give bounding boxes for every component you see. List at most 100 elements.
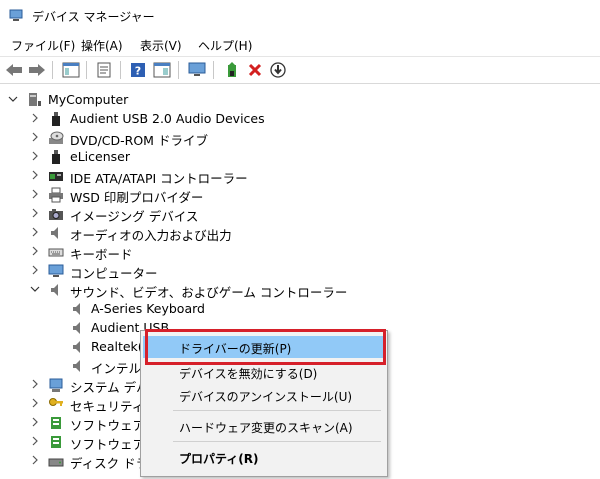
software-device-icon: [51, 436, 61, 448]
context-menu-uninstall-device[interactable]: デバイスのアンインストール(U): [143, 384, 383, 406]
device-manager-icon: [9, 9, 23, 21]
context-menu-scan-hardware[interactable]: ハードウェア変更のスキャン(A): [143, 415, 383, 437]
tree-category-row[interactable]: IDE ATA/ATAPI コントローラー: [0, 166, 600, 186]
context-menu-label: デバイスのアンインストール(U): [179, 390, 353, 404]
tree-root-label: MyComputer: [48, 92, 129, 107]
context-menu-separator: [173, 410, 381, 411]
chevron-right-icon[interactable]: [30, 265, 40, 275]
software-component-icon: [51, 417, 61, 429]
properties-button[interactable]: [94, 60, 114, 80]
computer-icon: [29, 93, 41, 106]
enable-device-button[interactable]: [268, 60, 288, 80]
context-menu-label: ドライバーの更新(P): [179, 342, 292, 356]
update-driver-icon: [228, 62, 236, 77]
speaker-icon: [73, 341, 80, 353]
chevron-right-icon[interactable]: [30, 436, 40, 446]
help-icon: ?: [131, 63, 145, 78]
chevron-down-icon[interactable]: [8, 94, 18, 104]
context-menu-disable-device[interactable]: デバイスを無効にする(D): [143, 361, 383, 383]
tree-category-row[interactable]: eLicenser: [0, 147, 600, 166]
red-x-icon: [248, 63, 262, 77]
tree-category-row-expanded[interactable]: サウンド、ビデオ、およびゲーム コントローラー: [0, 280, 600, 300]
chevron-right-icon[interactable]: [30, 151, 40, 161]
speaker-icon: [51, 284, 58, 296]
chevron-right-icon[interactable]: [30, 398, 40, 408]
tree-category-row[interactable]: キーボード: [0, 242, 600, 262]
menu-action[interactable]: 操作(A): [78, 36, 126, 55]
title-bar: デバイス マネージャー: [0, 0, 600, 32]
context-menu-update-driver[interactable]: ドライバーの更新(P): [143, 336, 383, 358]
menu-bar: ファイル(F) 操作(A) 表示(V) ヘルプ(H): [0, 32, 600, 57]
usb-device-icon: [52, 150, 60, 164]
forward-arrow-icon: [29, 64, 45, 76]
monitor-icon: [48, 264, 64, 277]
toolbar-separator: [178, 61, 179, 79]
tree-category-label: Audient USB 2.0 Audio Devices: [70, 111, 265, 126]
svg-text:?: ?: [135, 65, 141, 78]
security-device-icon: [49, 398, 63, 406]
menu-help[interactable]: ヘルプ(H): [195, 36, 255, 55]
usb-device-icon: [52, 112, 60, 126]
tree-device-row[interactable]: A-Series Keyboard: [0, 299, 600, 318]
context-menu-label: ハードウェア変更のスキャン(A): [179, 421, 353, 435]
chevron-right-icon[interactable]: [30, 189, 40, 199]
chevron-right-icon[interactable]: [30, 227, 40, 237]
action-pane-button[interactable]: [152, 60, 172, 80]
back-button[interactable]: [4, 60, 24, 80]
tree-category-row[interactable]: DVD/CD-ROM ドライブ: [0, 128, 600, 148]
monitor-scan-icon: [188, 62, 206, 76]
dvd-drive-icon: [49, 131, 64, 144]
forward-button[interactable]: [27, 60, 47, 80]
console-tree-icon: [62, 62, 80, 78]
toolbar-separator: [120, 61, 121, 79]
action-pane-icon: [153, 62, 171, 78]
menu-file[interactable]: ファイル(F): [8, 36, 78, 55]
chevron-right-icon[interactable]: [30, 113, 40, 123]
context-menu: ドライバーの更新(P) デバイスを無効にする(D) デバイスのアンインストール(…: [140, 330, 388, 477]
chevron-right-icon[interactable]: [30, 170, 40, 180]
system-device-icon: [49, 378, 63, 392]
tree-device-label: A-Series Keyboard: [91, 301, 205, 316]
uninstall-device-button[interactable]: [245, 60, 265, 80]
tree-category-row[interactable]: イメージング デバイス: [0, 204, 600, 224]
camera-icon: [49, 209, 63, 220]
properties-icon: [97, 62, 111, 78]
toolbar-separator: [86, 61, 87, 79]
tree-category-label: eLicenser: [70, 149, 130, 164]
context-menu-label: プロパティ(R): [179, 452, 259, 466]
tree-category-row[interactable]: WSD 印刷プロバイダー: [0, 185, 600, 205]
context-menu-separator: [173, 441, 381, 442]
download-circle-icon: [270, 62, 286, 78]
keyboard-icon: [48, 248, 64, 257]
toolbar-separator: [213, 61, 214, 79]
printer-icon: [49, 187, 63, 203]
tree-category-row[interactable]: コンピューター: [0, 261, 600, 281]
update-driver-button[interactable]: [222, 60, 242, 80]
menu-view[interactable]: 表示(V): [137, 36, 185, 55]
toolbar-separator: [52, 61, 53, 79]
tree-root-row[interactable]: MyComputer: [0, 90, 600, 109]
disk-drive-icon: [48, 458, 64, 467]
context-menu-properties[interactable]: プロパティ(R): [143, 446, 383, 468]
context-menu-label: デバイスを無効にする(D): [179, 367, 318, 381]
tree-category-row[interactable]: Audient USB 2.0 Audio Devices: [0, 109, 600, 128]
chevron-right-icon[interactable]: [30, 132, 40, 142]
back-arrow-icon: [6, 64, 22, 76]
chevron-right-icon[interactable]: [30, 455, 40, 465]
speaker-icon: [73, 322, 80, 334]
chevron-right-icon[interactable]: [30, 417, 40, 427]
speaker-icon: [73, 303, 80, 315]
show-hide-console-tree-button[interactable]: [61, 60, 81, 80]
chevron-right-icon[interactable]: [30, 246, 40, 256]
speaker-icon: [51, 227, 58, 239]
chevron-down-icon[interactable]: [30, 284, 40, 294]
help-button[interactable]: ?: [128, 60, 148, 80]
tree-category-row[interactable]: オーディオの入力および出力: [0, 223, 600, 243]
ide-controller-icon: [49, 172, 63, 181]
toolbar: ?: [0, 57, 600, 84]
scan-hardware-button[interactable]: [187, 60, 207, 80]
speaker-icon: [73, 360, 80, 372]
window-title: デバイス マネージャー: [32, 10, 155, 24]
chevron-right-icon[interactable]: [30, 379, 40, 389]
chevron-right-icon[interactable]: [30, 208, 40, 218]
